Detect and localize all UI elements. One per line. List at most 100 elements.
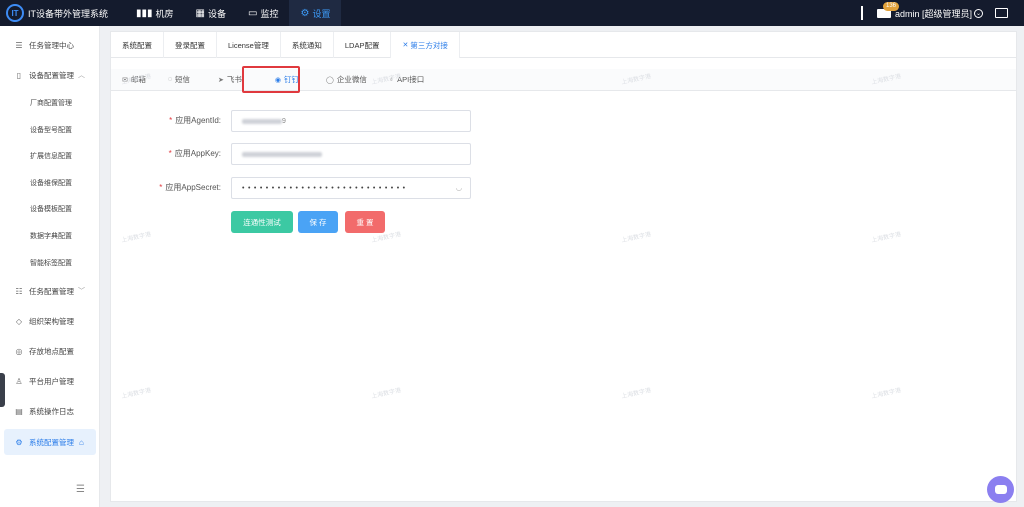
eye-hidden-icon[interactable]: ◡ [456, 184, 462, 192]
appsecret-row: * 应用AppSecret: ••••••••••••••••••••••••••… [111, 177, 1016, 199]
mail-icon[interactable]: 136 [876, 1, 899, 18]
sidebar-item-storage-location[interactable]: ◎ 存放地点配置 [0, 340, 100, 362]
agentid-label: * 应用AgentId: [169, 116, 221, 125]
sidebar-item-label: 系统操作日志 [29, 406, 74, 416]
divider [860, 6, 863, 20]
tab-system-notify[interactable]: 系统通知 [281, 32, 334, 58]
watermark: 上海数字港 [121, 231, 152, 245]
sidebar-item-label: 数据字典配置 [30, 233, 72, 240]
top-right-tools: 136 admin [超级管理员] ⌄ [860, 0, 1024, 26]
gear-icon: ⚙ [15, 437, 23, 447]
tab-label: 企业微信 [336, 75, 367, 84]
tab-label: 飞书 [226, 75, 242, 84]
watermark: 上海数字港 [621, 387, 652, 401]
nav-label: 监控 [260, 8, 279, 19]
watermark: 上海数字港 [121, 387, 152, 401]
home-icon[interactable]: ⌂ [79, 438, 84, 447]
sidebar-item-label: 组织架构管理 [29, 316, 74, 326]
device-icon: ▯ [16, 70, 22, 80]
sidebar-item-label: 厂商配置管理 [30, 100, 72, 107]
watermark: 上海数字港 [371, 387, 402, 401]
sidebar-item-label: 任务管理中心 [29, 40, 74, 50]
watermark: 上海数字港 [871, 231, 902, 245]
sidebar-item-label: 设备型号配置 [30, 127, 72, 134]
nav-label: 设备 [207, 8, 226, 19]
tab-license[interactable]: License管理 [217, 32, 281, 58]
tab-label: 短信 [175, 75, 191, 84]
sidebar-item-operation-log[interactable]: ▤ 系统操作日志 [0, 400, 100, 422]
sidebar-item-device-config[interactable]: ▯ 设备配置管理 ︿ [0, 64, 100, 86]
tab-sms[interactable]: ◌ 短信 [157, 69, 201, 91]
chat-icon [994, 485, 1007, 494]
tab-wecom[interactable]: ◯ 企业微信 [310, 69, 378, 91]
user-menu[interactable]: admin [超级管理员] [895, 7, 972, 20]
sidebar-item-org-structure[interactable]: ◇ 组织架构管理 [0, 310, 100, 332]
tab-system-config[interactable]: 系统配置 [111, 32, 164, 58]
tab-third-party[interactable]: ✕ 第三方对接 [391, 32, 460, 58]
sliders-icon: ☷ [15, 286, 23, 296]
sidebar-item-model-config[interactable]: 设备型号配置 [0, 119, 100, 141]
app-logo[interactable]: IT IT设备带外管理系统 [0, 4, 125, 22]
send-icon: ➤ [218, 76, 224, 84]
chevron-down-icon[interactable]: ⌄ [974, 8, 983, 18]
agentid-row: * 应用AgentId: 9 [111, 110, 1016, 132]
highlight-box [242, 66, 300, 93]
tab-label: 第三方对接 [410, 40, 448, 50]
list-icon: ☰ [15, 40, 23, 50]
masked-value [242, 118, 282, 124]
logo-icon: IT [6, 4, 24, 22]
grid-icon: ▦ [195, 7, 205, 19]
bar-chart-icon: ▮▮▮ [136, 7, 153, 19]
nav-item-monitor[interactable]: ▭ 监控 [237, 0, 289, 26]
appkey-input[interactable] [231, 143, 471, 165]
sidebar-item-label: 任务配置管理 [29, 286, 74, 296]
primary-tabs: 系统配置 登录配置 License管理 系统通知 LDAP配置 ✕ 第三方对接 [111, 32, 1016, 58]
monitor-icon: ▭ [248, 7, 258, 19]
sidebar-item-label: 智能标签配置 [30, 260, 72, 267]
collapse-menu-icon[interactable]: ☰ [76, 484, 85, 495]
sidebar-item-smart-tag-config[interactable]: 智能标签配置 [0, 252, 100, 274]
watermark: 上海数字港 [621, 231, 652, 245]
password-mask: •••••••••••••••••••••••••••• [242, 184, 409, 192]
sidebar-item-task-config[interactable]: ☷ 任务配置管理 ﹀ [0, 280, 100, 302]
appsecret-input[interactable]: •••••••••••••••••••••••••••• ◡ [231, 177, 471, 199]
sidebar-item-system-config[interactable]: ⚙ 系统配置管理 ⌂ [4, 429, 96, 455]
sidebar: ☰ 任务管理中心 ▯ 设备配置管理 ︿ 厂商配置管理 设备型号配置 扩展信息配置… [0, 26, 100, 507]
tab-ldap-config[interactable]: LDAP配置 [334, 32, 392, 58]
nav-item-settings[interactable]: ⚙ 设置 [289, 0, 342, 26]
sidebar-item-maintenance-config[interactable]: 设备维保配置 [0, 172, 100, 194]
org-icon: ◇ [15, 316, 23, 326]
side-drawer-handle[interactable] [0, 373, 5, 407]
sidebar-item-task-center[interactable]: ☰ 任务管理中心 [0, 34, 100, 56]
appsecret-label: * 应用AppSecret: [159, 183, 221, 192]
sidebar-item-ext-info-config[interactable]: 扩展信息配置 [0, 145, 100, 167]
reset-button[interactable]: 重 置 [345, 211, 385, 233]
gear-icon: ⚙ [300, 7, 310, 19]
fullscreen-icon[interactable] [995, 8, 1008, 18]
sidebar-item-label: 系统配置管理 [29, 437, 74, 447]
tab-login-config[interactable]: 登录配置 [164, 32, 217, 58]
nav-label: 机房 [155, 8, 174, 19]
sidebar-item-platform-users[interactable]: ♙ 平台用户管理 [0, 370, 100, 392]
sidebar-item-vendor-config[interactable]: 厂商配置管理 [0, 92, 100, 114]
sidebar-item-label: 扩展信息配置 [30, 153, 72, 160]
nav-label: 设置 [312, 8, 331, 19]
nav-item-devices[interactable]: ▦ 设备 [185, 0, 237, 26]
chevron-down-icon: ﹀ [78, 288, 85, 295]
sidebar-item-label: 设备模板配置 [30, 206, 72, 213]
log-icon: ▤ [15, 406, 23, 416]
sidebar-item-template-config[interactable]: 设备模板配置 [0, 198, 100, 220]
sidebar-item-dictionary-config[interactable]: 数据字典配置 [0, 225, 100, 247]
save-button[interactable]: 保 存 [298, 211, 338, 233]
agentid-input[interactable]: 9 [231, 110, 471, 132]
message-icon: ◌ [167, 76, 173, 83]
chat-support-button[interactable] [987, 476, 1014, 503]
appkey-row: * 应用AppKey: [111, 143, 1016, 165]
mail-count-badge: 136 [882, 1, 899, 11]
chevron-up-icon: ︿ [78, 72, 85, 79]
app-title: IT设备带外管理系统 [28, 8, 108, 19]
nav-item-machine-room[interactable]: ▮▮▮ 机房 [125, 0, 185, 26]
top-bar: IT IT设备带外管理系统 ▮▮▮ 机房 ▦ 设备 ▭ 监控 ⚙ 设置 136 … [0, 0, 1024, 26]
connectivity-test-button[interactable]: 连通性测试 [231, 211, 293, 233]
eye-icon: ◎ [15, 346, 23, 356]
